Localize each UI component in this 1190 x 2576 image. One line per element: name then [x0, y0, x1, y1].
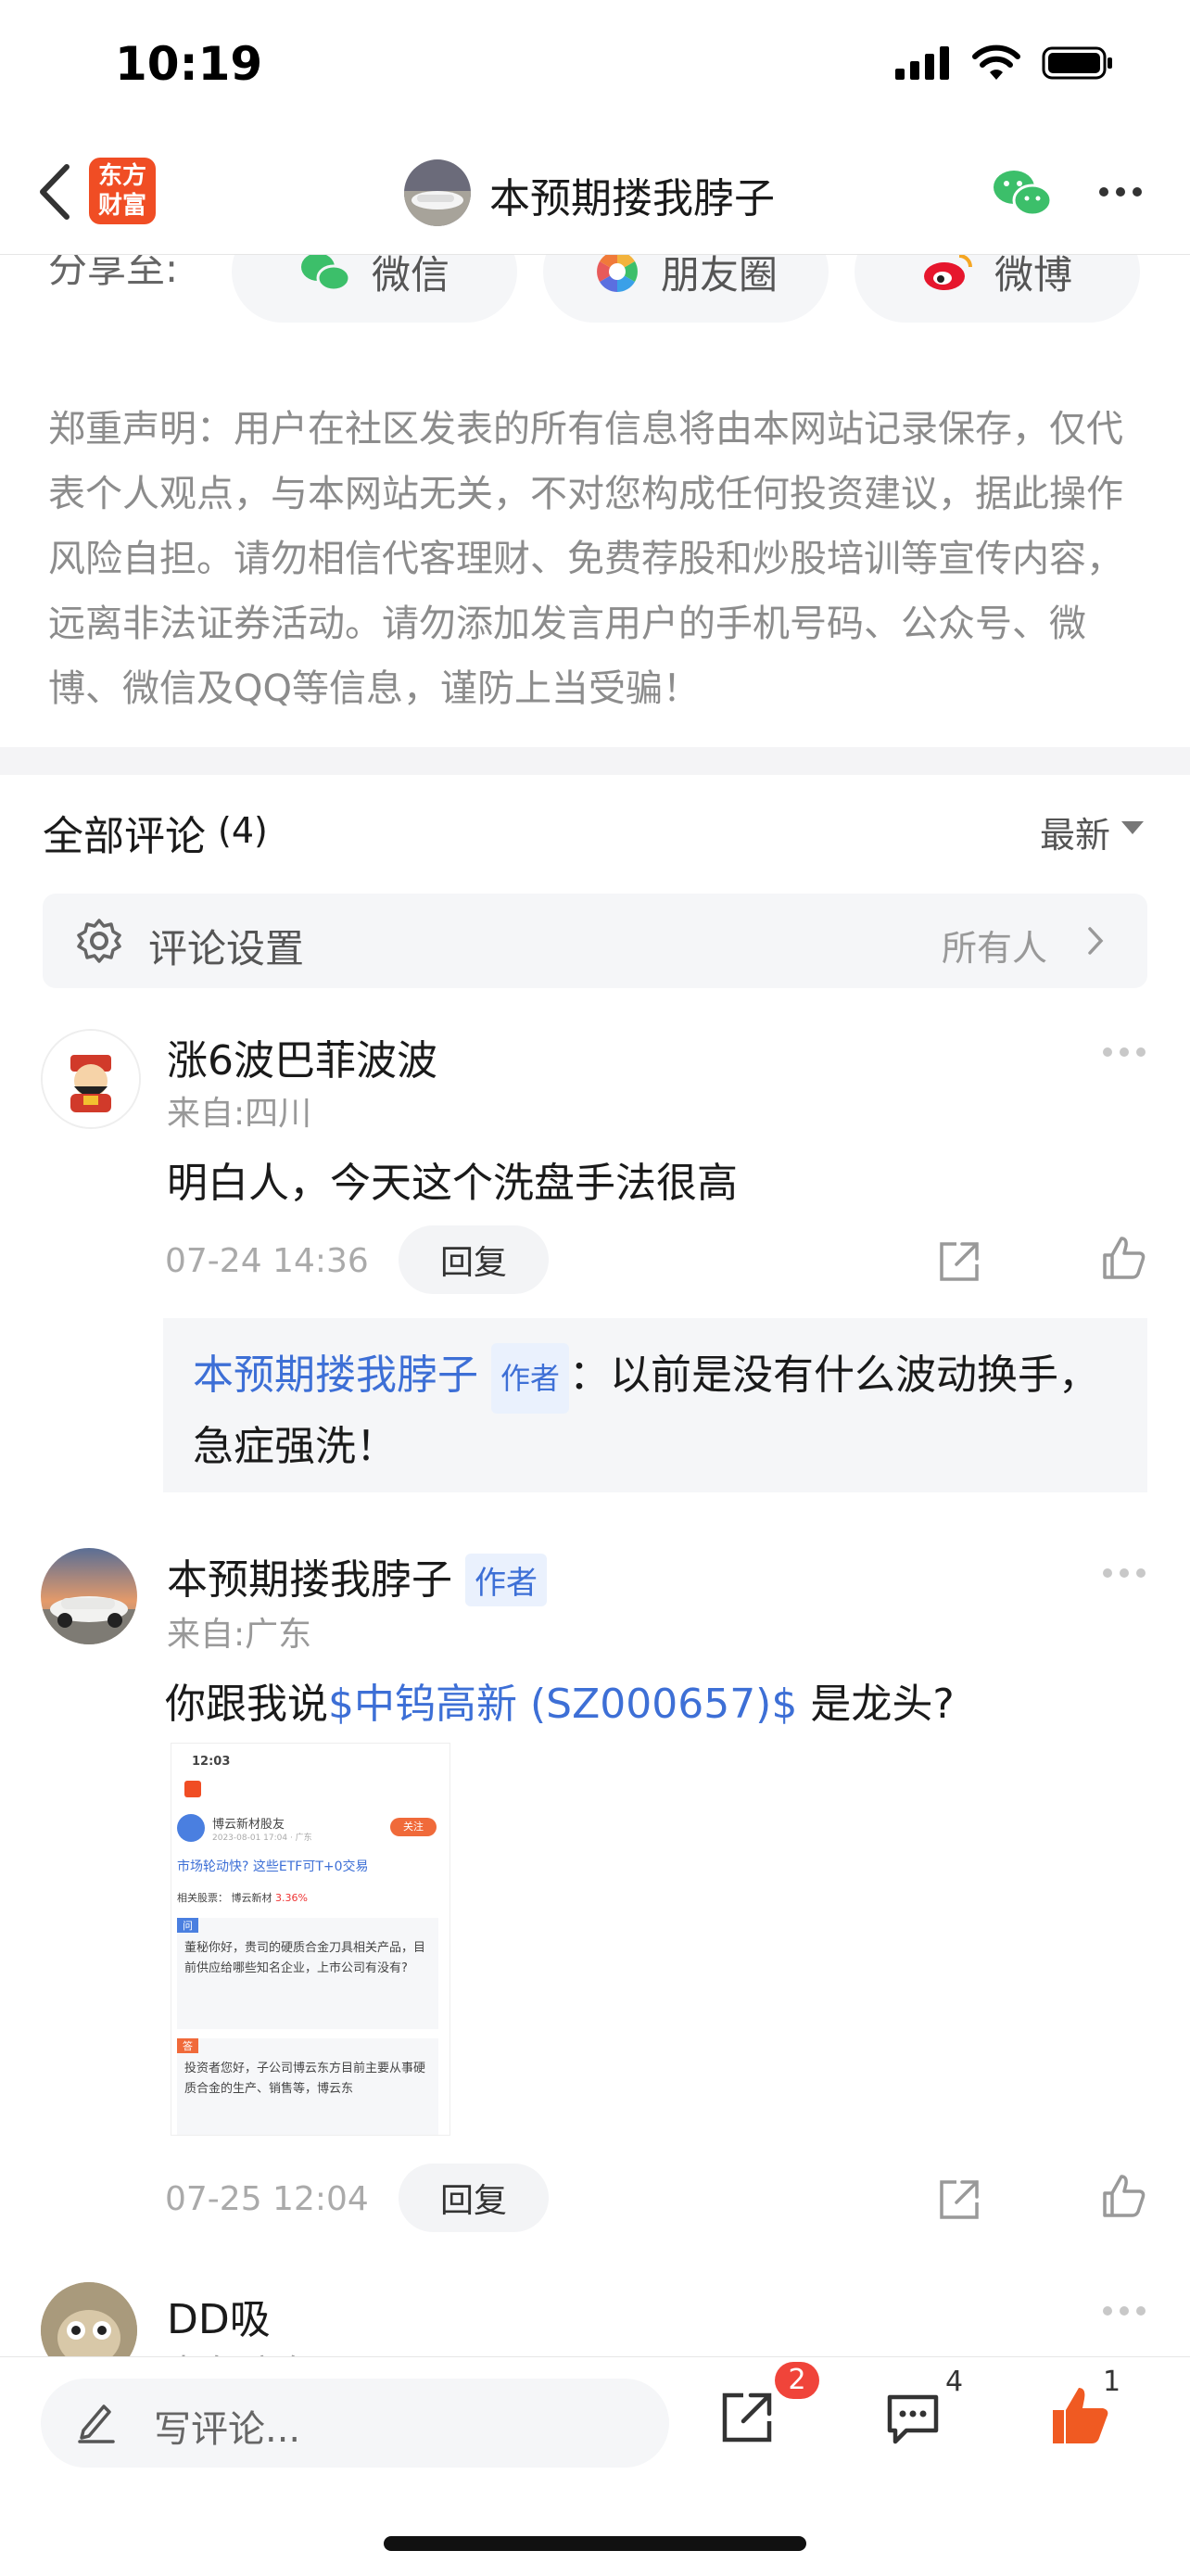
home-indicator	[384, 2536, 806, 2551]
app-logo[interactable]: 东方 财富	[89, 158, 156, 224]
comment-content: 你跟我说$中钨高新 (SZ000657)$ 是龙头?	[165, 1670, 955, 1730]
comment-settings-label: 评论设置	[148, 926, 305, 971]
reply-author-name[interactable]: 本预期搂我脖子	[193, 1351, 478, 1399]
comment-avatar[interactable]	[41, 1029, 141, 1129]
wifi-icon	[972, 44, 1020, 80]
comment-username[interactable]: 涨6波巴菲波波	[167, 1027, 437, 1086]
comment-count: 4	[945, 2366, 964, 2398]
author-reply: 本预期搂我脖子 作者 ：以前是没有什么波动换手，急症强洗！	[193, 1342, 1120, 1480]
nav-user-avatar[interactable]	[404, 159, 471, 226]
comments-count: (4)	[218, 810, 268, 851]
logo-line2: 财富	[97, 192, 146, 220]
comment-more-icon[interactable]	[1103, 2306, 1146, 2316]
thumb-related-label: 相关股票：	[177, 1892, 228, 1904]
like-icon[interactable]	[1101, 2173, 1147, 2219]
comments-title: 全部评论	[43, 813, 206, 860]
stock-link[interactable]: $中钨高新 (SZ000657)$	[328, 1681, 797, 1728]
comment-placeholder: 写评论...	[154, 2408, 301, 2451]
thumb-question: 董秘你好，贵司的硬质合金刀具相关产品，目前供应给哪些知名企业，上市公司有没有?	[184, 1941, 426, 1975]
battery-icon	[1042, 46, 1112, 80]
section-divider	[0, 747, 1190, 775]
share-icon[interactable]	[719, 2390, 775, 2445]
comment-more-icon[interactable]	[1103, 1568, 1146, 1578]
caret-down-icon[interactable]	[1121, 821, 1144, 834]
comment-image-thumbnail[interactable]: 12:03 博云新材股友 2023-08-01 17:04 · 广东 关注 市场…	[171, 1743, 450, 2136]
wechat-share-icon[interactable]	[992, 167, 1053, 219]
more-icon[interactable]	[1099, 187, 1142, 197]
thumb-follow: 关注	[390, 1818, 437, 1836]
reply-button[interactable]: 回复	[399, 1225, 549, 1294]
thumb-headline: 市场轮动快? 这些ETF可T+0交易	[177, 1859, 369, 1874]
wechat-icon	[300, 253, 351, 292]
share-icon[interactable]	[936, 1238, 982, 1285]
author-tag: 作者	[491, 1343, 570, 1414]
thumb-poster: 博云新材股友	[212, 1818, 285, 1832]
nav-divider	[0, 254, 1190, 255]
content-suffix: 是龙头?	[797, 1681, 955, 1728]
thumb-a-tag: 答	[177, 2038, 198, 2053]
moments-icon	[597, 251, 638, 292]
share-icon[interactable]	[936, 2176, 982, 2223]
content-prefix: 你跟我说	[165, 1681, 328, 1728]
comment-time: 07-25 12:04	[165, 2180, 369, 2218]
thumb-related-change: 3.36%	[275, 1892, 308, 1904]
thumb-logo	[184, 1781, 201, 1797]
thumb-time: 12:03	[192, 1755, 231, 1769]
like-icon[interactable]	[1101, 1235, 1147, 1281]
pencil-icon	[78, 2405, 115, 2443]
gear-icon	[77, 919, 121, 963]
comment-location: 来自:四川	[167, 1095, 312, 1133]
comment-settings-value: 所有人	[942, 928, 1048, 969]
logo-line1: 东方	[97, 162, 146, 190]
comment-icon[interactable]	[884, 2392, 942, 2445]
thumb-related: 相关股票： 博云新材 3.36%	[177, 1890, 308, 1905]
weibo-icon	[923, 254, 972, 290]
comment-avatar[interactable]	[41, 1548, 137, 1644]
thumb-related-stock: 博云新材	[231, 1892, 272, 1904]
status-icons	[895, 44, 1116, 82]
thumb-poster-meta: 2023-08-01 17:04 · 广东	[212, 1834, 312, 1843]
comment-username[interactable]: DD吸	[167, 2286, 271, 2345]
sort-dropdown[interactable]: 最新	[1040, 806, 1110, 857]
back-icon[interactable]	[37, 163, 74, 221]
thumb-answer: 投资者您好，子公司博云东方目前主要从事硬质合金的生产、销售等，博云东	[184, 2062, 426, 2096]
comment-time: 07-24 14:36	[165, 1242, 369, 1280]
reply-button[interactable]: 回复	[399, 2164, 549, 2232]
reply-separator: ：	[569, 1351, 611, 1399]
thumb-avatar	[177, 1814, 205, 1842]
comment-input[interactable]	[41, 2379, 669, 2468]
nav-title[interactable]: 本预期搂我脖子	[489, 165, 775, 224]
status-time: 10:19	[115, 37, 263, 91]
signal-icon	[895, 46, 949, 80]
disclaimer-text: 郑重声明：用户在社区发表的所有信息将由本网站记录保存，仅代表个人观点，与本网站无…	[48, 408, 1123, 710]
comment-username-text[interactable]: 本预期搂我脖子	[167, 1556, 452, 1604]
author-tag: 作者	[465, 1554, 547, 1606]
comment-username[interactable]: 本预期搂我脖子 作者	[167, 1546, 547, 1606]
like-count: 1	[1103, 2366, 1121, 2398]
comment-more-icon[interactable]	[1103, 1047, 1146, 1057]
chevron-right-icon	[1088, 927, 1104, 955]
thumb-q-tag: 问	[177, 1918, 198, 1933]
share-count-badge: 2	[775, 2362, 819, 2399]
comment-location: 来自:广东	[167, 1616, 312, 1654]
comment-content: 明白人，今天这个洗盘手法很高	[167, 1160, 738, 1207]
